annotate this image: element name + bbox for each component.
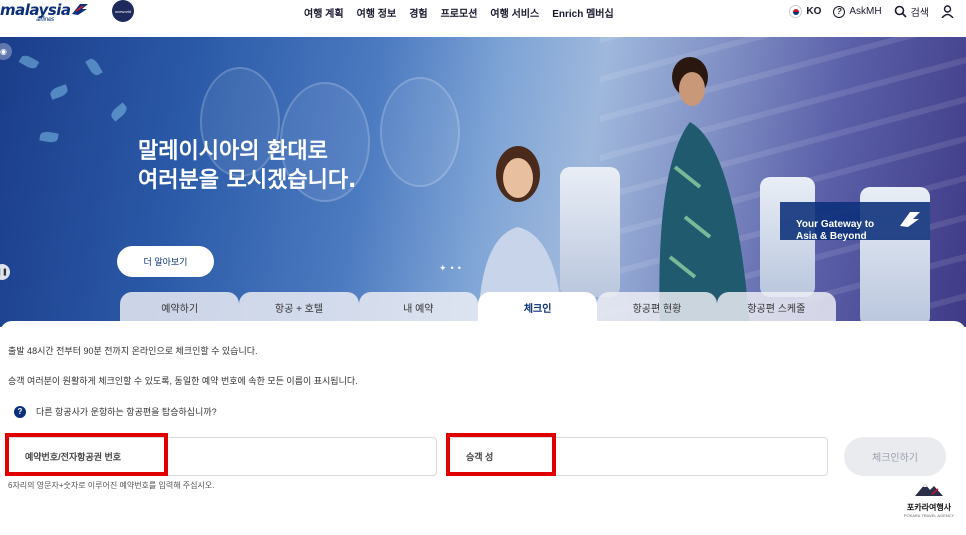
agency-watermark: 포카라여행사 POKARA TRAVEL AGENCY xyxy=(903,481,955,518)
flight-attendant-figure xyxy=(659,57,750,327)
tab-booking[interactable]: 예약하기 xyxy=(120,292,240,322)
nav-item-plan[interactable]: 여행 계획 xyxy=(304,5,344,20)
floral-decoration xyxy=(48,84,70,100)
hero-banner: ◉ 말레이시아의 환대로 여러분을 모시겠습니다. 더 알아보기 Your Ga… xyxy=(0,37,966,327)
booking-tabs: 예약하기 항공 + 호텔 내 예약 체크인 항공편 현황 항공편 스케줄 xyxy=(120,292,836,322)
highlight-box-surname xyxy=(446,433,556,476)
checkin-submit-button[interactable]: 체크인하기 xyxy=(844,437,946,476)
checkin-names-text: 승객 여러분이 원활하게 체크인할 수 있도록, 동일한 예약 번호에 속한 모… xyxy=(8,376,358,386)
accessibility-icon[interactable]: ◉ xyxy=(0,43,12,60)
askmh-link[interactable]: ? AskMH xyxy=(833,5,882,18)
profile-button[interactable] xyxy=(941,5,954,18)
nav-item-info[interactable]: 여행 정보 xyxy=(357,5,397,20)
tab-my-booking[interactable]: 내 예약 xyxy=(358,292,478,322)
carousel-dots[interactable]: ✦•• xyxy=(439,263,465,274)
nav-item-services[interactable]: 여행 서비스 xyxy=(490,5,539,20)
kite-logo-icon xyxy=(72,4,88,15)
user-icon xyxy=(941,5,954,18)
floral-decoration xyxy=(108,102,130,122)
floral-decoration xyxy=(18,53,40,71)
carousel-pause-button[interactable]: ❚❚ xyxy=(0,264,10,280)
tab-flight-hotel[interactable]: 항공 + 호텔 xyxy=(239,292,359,322)
nav-item-promotion[interactable]: 프로모션 xyxy=(441,5,478,20)
oneworld-logo-icon[interactable]: oneworld xyxy=(112,0,134,22)
nav-item-experience[interactable]: 경험 xyxy=(409,5,427,20)
tab-checkin[interactable]: 체크인 xyxy=(477,292,598,322)
checkin-window-text: 출발 48시간 전부터 90분 전까지 온라인으로 체크인할 수 있습니다. xyxy=(8,346,258,356)
search-button[interactable]: 검색 xyxy=(894,4,929,19)
askmh-label: AskMH xyxy=(849,6,882,17)
agency-name: 포카라여행사 xyxy=(906,503,952,512)
checkin-panel: 출발 48시간 전부터 90분 전까지 온라인으로 체크인할 수 있습니다. 승… xyxy=(0,321,966,535)
booking-reference-hint: 6자리의 영문자+숫자로 이루어진 예약번호를 입력해 주십시오. xyxy=(8,481,215,490)
learn-more-button[interactable]: 더 알아보기 xyxy=(117,246,214,277)
top-header: malaysia airlines oneworld 여행 계획 여행 정보 경… xyxy=(0,0,966,37)
nav-item-enrich[interactable]: Enrich 멤버십 xyxy=(552,5,614,20)
korea-flag-icon xyxy=(789,5,803,18)
cabin-window xyxy=(380,77,460,187)
search-icon xyxy=(894,5,907,18)
floral-decoration xyxy=(39,130,59,144)
tab-flight-status[interactable]: 항공편 현황 xyxy=(597,292,717,322)
search-label: 검색 xyxy=(910,8,929,19)
malaysia-airlines-logo[interactable]: malaysia airlines xyxy=(0,1,71,23)
floral-decoration xyxy=(85,56,103,78)
main-nav: 여행 계획 여행 정보 경험 프로모션 여행 서비스 Enrich 멤버십 xyxy=(304,5,627,20)
agency-subtitle: POKARA TRAVEL AGENCY xyxy=(903,513,955,518)
other-airline-text: 다른 항공사가 운항하는 항공편을 탑승하십니까? xyxy=(36,407,217,417)
mountain-logo-icon xyxy=(915,484,943,496)
oneworld-text: oneworld xyxy=(114,8,132,14)
kite-logo-icon xyxy=(900,212,920,227)
header-utilities: KO ? AskMH 검색 xyxy=(789,4,954,19)
tab-flight-schedule[interactable]: 항공편 스케줄 xyxy=(716,292,836,322)
hero-title: 말레이시아의 환대로 여러분을 모시겠습니다. xyxy=(138,139,357,193)
highlight-box-booking xyxy=(5,433,168,476)
gateway-text: Your Gateway to Asia & Beyond xyxy=(796,219,875,242)
language-selector[interactable]: KO xyxy=(789,5,821,18)
gateway-badge: Your Gateway to Asia & Beyond xyxy=(780,202,930,242)
help-icon: ? xyxy=(833,5,846,18)
other-airline-link[interactable]: ? 다른 항공사가 운항하는 항공편을 탑승하십니까? xyxy=(14,405,217,418)
question-icon: ? xyxy=(14,405,26,418)
language-code: KO xyxy=(806,6,822,17)
